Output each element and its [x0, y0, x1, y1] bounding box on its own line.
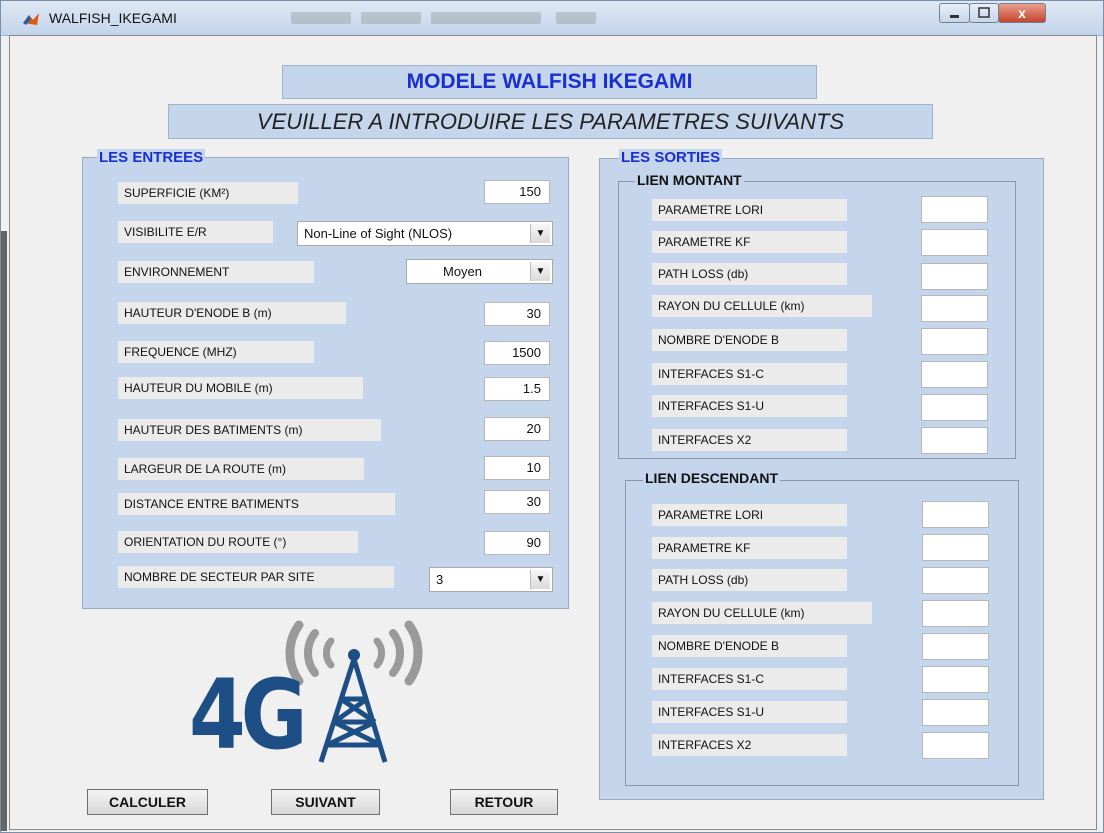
page-subtitle: VEUILLER A INTRODUIRE LES PARAMETRES SUI… — [168, 104, 933, 139]
uplink-output[interactable] — [921, 427, 988, 454]
maximize-button[interactable] — [969, 3, 999, 23]
close-button[interactable]: x — [998, 3, 1046, 23]
building-height-label: HAUTEUR DES BATIMENTS (m) — [118, 419, 381, 441]
uplink-output[interactable] — [921, 328, 988, 355]
outputs-panel-title: LES SORTIES — [619, 149, 723, 166]
downlink-label: INTERFACES S1-C — [652, 668, 847, 690]
enode-height-label: HAUTEUR D'ENODE B (m) — [118, 302, 346, 324]
toolbar-blur — [361, 12, 421, 24]
building-distance-label: DISTANCE ENTRE BATIMENTS — [118, 493, 395, 515]
sectors-select[interactable]: 3 ▼ — [429, 567, 553, 592]
uplink-title: LIEN MONTANT — [635, 172, 744, 188]
environment-select[interactable]: Moyen ▼ — [406, 259, 553, 284]
building-height-input[interactable]: 20 — [484, 417, 550, 441]
app-window: WALFISH_IKEGAMI x MODELE WALFISH IKEGAMI… — [0, 0, 1104, 833]
chevron-down-icon[interactable]: ▼ — [530, 262, 550, 281]
building-distance-input[interactable]: 30 — [484, 490, 550, 514]
uplink-label: INTERFACES X2 — [652, 429, 847, 451]
environment-selected: Moyen — [443, 264, 483, 279]
close-icon: x — [1018, 5, 1026, 21]
uplink-output[interactable] — [921, 361, 988, 388]
mobile-height-label: HAUTEUR DU MOBILE (m) — [118, 377, 363, 399]
maximize-icon — [978, 7, 990, 18]
chevron-down-icon[interactable]: ▼ — [530, 224, 550, 243]
downlink-label: PARAMETRE KF — [652, 537, 847, 559]
mobile-height-input[interactable]: 1.5 — [484, 377, 550, 401]
toolbar-blur — [431, 12, 541, 24]
road-width-label: LARGEUR DE LA ROUTE (m) — [118, 458, 364, 480]
downlink-label: PATH LOSS (db) — [652, 569, 847, 591]
uplink-label: PATH LOSS (db) — [652, 263, 847, 285]
matlab-icon — [23, 13, 39, 25]
uplink-output[interactable] — [921, 263, 988, 290]
road-orientation-input[interactable]: 90 — [484, 531, 550, 555]
frequency-input[interactable]: 1500 — [484, 341, 550, 365]
road-width-input[interactable]: 10 — [484, 456, 550, 480]
downlink-output[interactable] — [922, 666, 989, 693]
downlink-output[interactable] — [922, 600, 989, 627]
inputs-panel-title: LES ENTREES — [97, 149, 206, 166]
uplink-label: INTERFACES S1-C — [652, 363, 847, 385]
back-button[interactable]: RETOUR — [450, 789, 558, 815]
uplink-label: RAYON DU CELLULE (km) — [652, 295, 872, 317]
logo-4g: 4G — [189, 607, 479, 777]
frequency-label: FREQUENCE (MHZ) — [118, 341, 314, 363]
uplink-label: PARAMETRE LORI — [652, 199, 847, 221]
calculate-button[interactable]: CALCULER — [87, 789, 208, 815]
next-button[interactable]: SUIVANT — [271, 789, 380, 815]
toolbar-blur — [556, 12, 596, 24]
title-bar[interactable]: WALFISH_IKEGAMI x — [1, 1, 1103, 36]
sectors-selected: 3 — [436, 572, 444, 587]
downlink-label: INTERFACES S1-U — [652, 701, 847, 723]
superficie-input[interactable]: 150 — [484, 180, 550, 204]
window-title: WALFISH_IKEGAMI — [49, 10, 177, 26]
downlink-output[interactable] — [922, 567, 989, 594]
uplink-label: NOMBRE D'ENODE B — [652, 329, 847, 351]
downlink-label: PARAMETRE LORI — [652, 504, 847, 526]
chevron-down-icon[interactable]: ▼ — [530, 570, 550, 589]
window-edge — [1, 231, 7, 831]
uplink-output[interactable] — [921, 196, 988, 223]
downlink-label: RAYON DU CELLULE (km) — [652, 602, 872, 624]
downlink-output[interactable] — [922, 732, 989, 759]
superficie-label: SUPERFICIE (KM²) — [118, 182, 298, 204]
downlink-label: INTERFACES X2 — [652, 734, 847, 756]
visibility-select[interactable]: Non-Line of Sight (NLOS) ▼ — [297, 221, 553, 246]
uplink-label: PARAMETRE KF — [652, 231, 847, 253]
downlink-output[interactable] — [922, 501, 989, 528]
uplink-output[interactable] — [921, 394, 988, 421]
logo-text: 4G — [189, 659, 308, 771]
minimize-icon — [950, 15, 959, 18]
downlink-label: NOMBRE D'ENODE B — [652, 635, 847, 657]
downlink-output[interactable] — [922, 699, 989, 726]
environment-label: ENVIRONNEMENT — [118, 261, 314, 283]
page-title: MODELE WALFISH IKEGAMI — [282, 65, 817, 99]
minimize-button[interactable] — [939, 3, 970, 23]
uplink-output[interactable] — [921, 229, 988, 256]
toolbar-blur — [291, 12, 351, 24]
enode-height-input[interactable]: 30 — [484, 302, 550, 326]
uplink-label: INTERFACES S1-U — [652, 395, 847, 417]
uplink-output[interactable] — [921, 295, 988, 322]
downlink-output[interactable] — [922, 633, 989, 660]
downlink-title: LIEN DESCENDANT — [643, 470, 781, 486]
road-orientation-label: ORIENTATION DU ROUTE (°) — [118, 531, 358, 553]
sectors-label: NOMBRE DE SECTEUR PAR SITE — [118, 566, 394, 588]
visibility-label: VISIBILITE E/R — [118, 221, 273, 243]
downlink-output[interactable] — [922, 534, 989, 561]
visibility-selected: Non-Line of Sight (NLOS) — [304, 226, 453, 241]
